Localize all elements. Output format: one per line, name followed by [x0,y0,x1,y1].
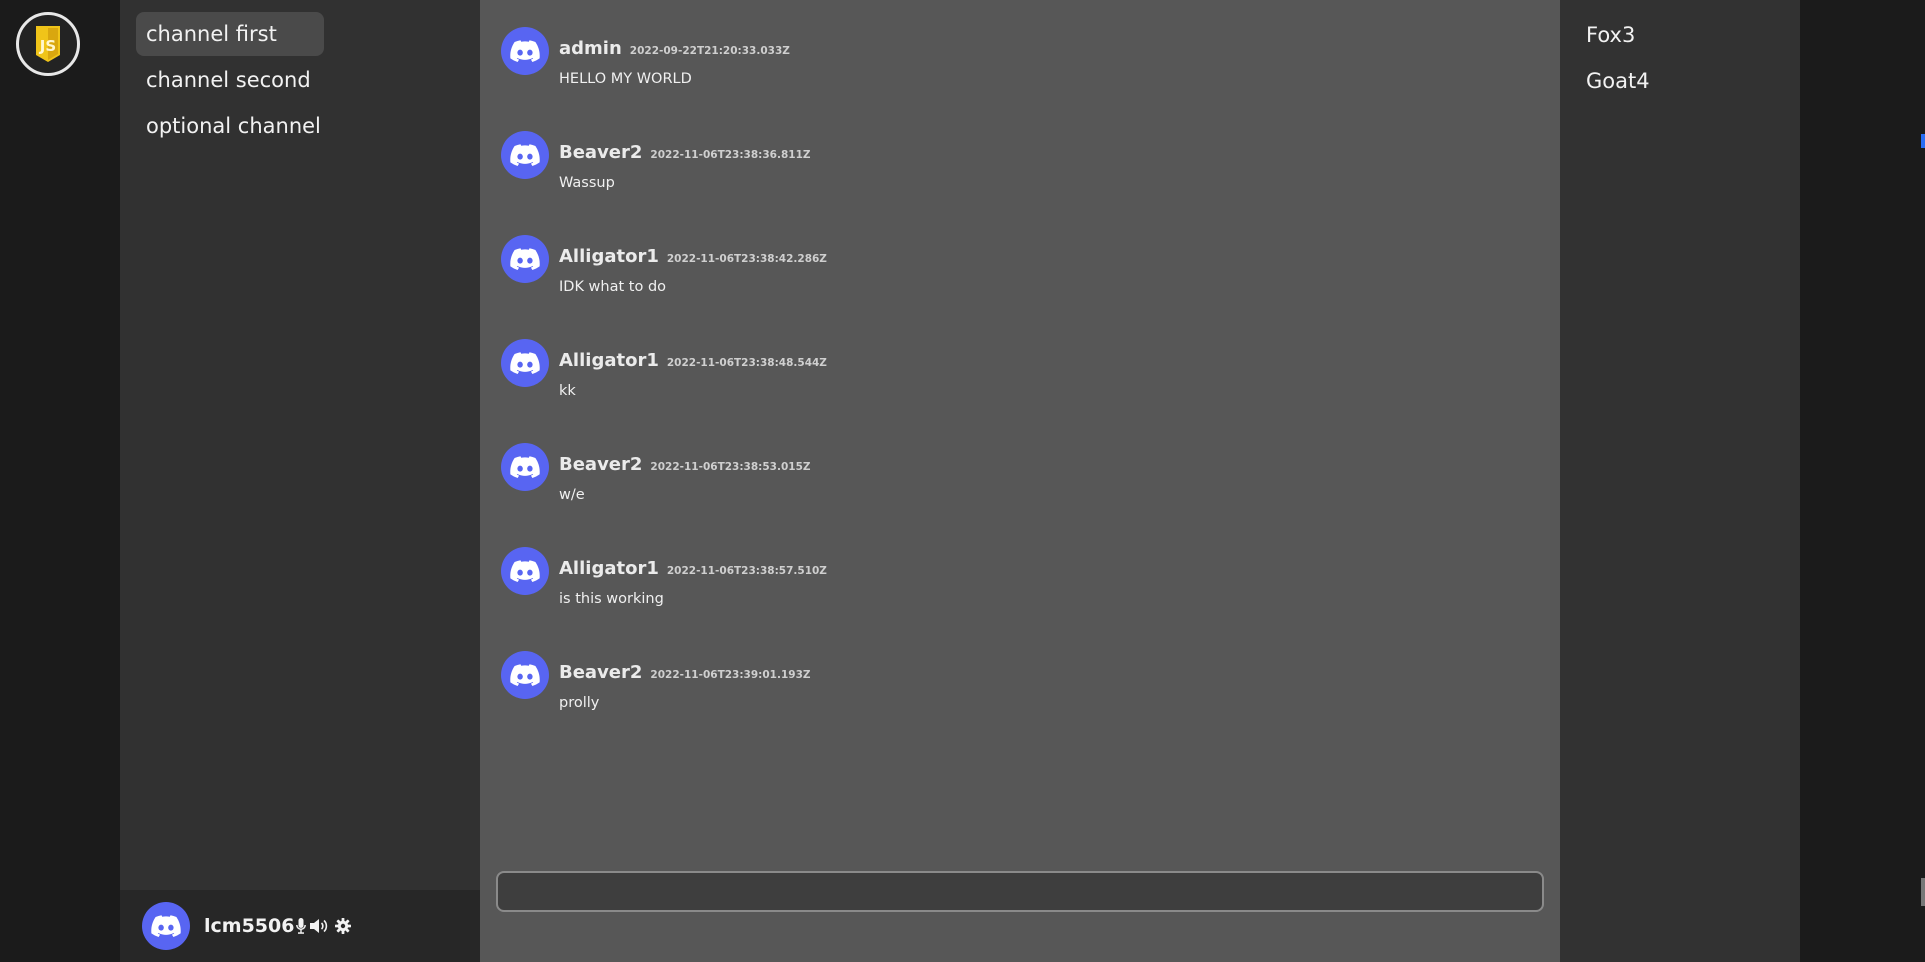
message-header: Beaver2 2022-11-06T23:38:53.015Z [559,443,1560,475]
speaker-icon [310,919,328,933]
scrollbar-marker [1921,134,1925,148]
message: Alligator1 2022-11-06T23:38:48.544Z kk [480,339,1560,443]
message-text: w/e [559,487,585,503]
chat-main: admin 2022-09-22T21:20:33.033Z HELLO MY … [480,0,1560,962]
speaker-button[interactable] [310,918,330,934]
message-text: prolly [559,695,600,711]
message: admin 2022-09-22T21:20:33.033Z HELLO MY … [480,27,1560,131]
message-header: Alligator1 2022-11-06T23:38:42.286Z [559,235,1560,267]
message-header: Beaver2 2022-11-06T23:39:01.193Z [559,651,1560,683]
message: Beaver2 2022-11-06T23:38:53.015Z w/e [480,443,1560,547]
message-timestamp: 2022-09-22T21:20:33.033Z [629,45,790,57]
avatar[interactable] [501,547,549,595]
message-author[interactable]: Alligator1 [559,558,659,579]
channel-item-first[interactable]: channel first [136,12,324,56]
microphone-icon [296,918,307,934]
avatar[interactable] [501,339,549,387]
gear-icon [335,918,352,934]
message-author[interactable]: Alligator1 [559,350,659,371]
window-margin [1800,0,1925,962]
user-panel: lcm5506 [120,890,480,962]
server-button[interactable]: JS [16,12,80,76]
message-text: Wassup [559,175,615,191]
discord-logo-icon [510,39,540,62]
message-author[interactable]: Beaver2 [559,662,642,683]
message-timestamp: 2022-11-06T23:38:48.544Z [666,357,827,369]
avatar [142,902,190,950]
discord-logo-icon [510,247,540,270]
discord-logo-icon [510,351,540,374]
settings-button[interactable] [335,918,352,934]
message-timestamp: 2022-11-06T23:39:01.193Z [650,669,811,681]
message-timestamp: 2022-11-06T23:38:42.286Z [666,253,827,265]
svg-text:JS: JS [39,37,56,55]
channel-sidebar: channel first channel second optional ch… [120,0,480,962]
member-item[interactable]: Goat4 [1560,58,1800,104]
discord-logo-icon [151,914,181,937]
server-rail: JS [0,0,120,962]
app-window: JS channel first channel second optional… [0,0,1925,962]
message-list: admin 2022-09-22T21:20:33.033Z HELLO MY … [480,0,1560,755]
message-input[interactable] [498,873,1542,910]
message: Alligator1 2022-11-06T23:38:57.510Z is t… [480,547,1560,651]
message-text: is this working [559,591,664,607]
message-composer[interactable] [496,871,1544,912]
message: Beaver2 2022-11-06T23:39:01.193Z prolly [480,651,1560,755]
channel-item-second[interactable]: channel second [136,58,321,102]
scrollbar-thumb[interactable] [1921,878,1925,906]
avatar[interactable] [501,443,549,491]
message-text: kk [559,383,576,399]
message: Beaver2 2022-11-06T23:38:36.811Z Wassup [480,131,1560,235]
discord-logo-icon [510,143,540,166]
member-list: Fox3 Goat4 [1560,0,1800,962]
member-item[interactable]: Fox3 [1560,12,1800,58]
avatar[interactable] [501,235,549,283]
message-author[interactable]: Alligator1 [559,246,659,267]
message-header: admin 2022-09-22T21:20:33.033Z [559,27,1560,59]
message-header: Alligator1 2022-11-06T23:38:48.544Z [559,339,1560,371]
mic-button[interactable] [296,918,307,934]
avatar[interactable] [501,27,549,75]
message-timestamp: 2022-11-06T23:38:36.811Z [650,149,811,161]
message-header: Beaver2 2022-11-06T23:38:36.811Z [559,131,1560,163]
username: lcm5506 [204,915,295,937]
js-logo-icon: JS [36,26,60,62]
message-author[interactable]: admin [559,38,622,59]
message-author[interactable]: Beaver2 [559,454,642,475]
message-text: IDK what to do [559,279,667,295]
message: Alligator1 2022-11-06T23:38:42.286Z IDK … [480,235,1560,339]
message-header: Alligator1 2022-11-06T23:38:57.510Z [559,547,1560,579]
discord-logo-icon [510,559,540,582]
channel-item-optional[interactable]: optional channel [136,104,331,148]
discord-logo-icon [510,663,540,686]
avatar[interactable] [501,131,549,179]
avatar[interactable] [501,651,549,699]
channel-list: channel first channel second optional ch… [120,0,480,162]
discord-logo-icon [510,455,540,478]
message-author[interactable]: Beaver2 [559,142,642,163]
message-text: HELLO MY WORLD [559,71,692,87]
message-timestamp: 2022-11-06T23:38:57.510Z [666,565,827,577]
message-timestamp: 2022-11-06T23:38:53.015Z [650,461,811,473]
